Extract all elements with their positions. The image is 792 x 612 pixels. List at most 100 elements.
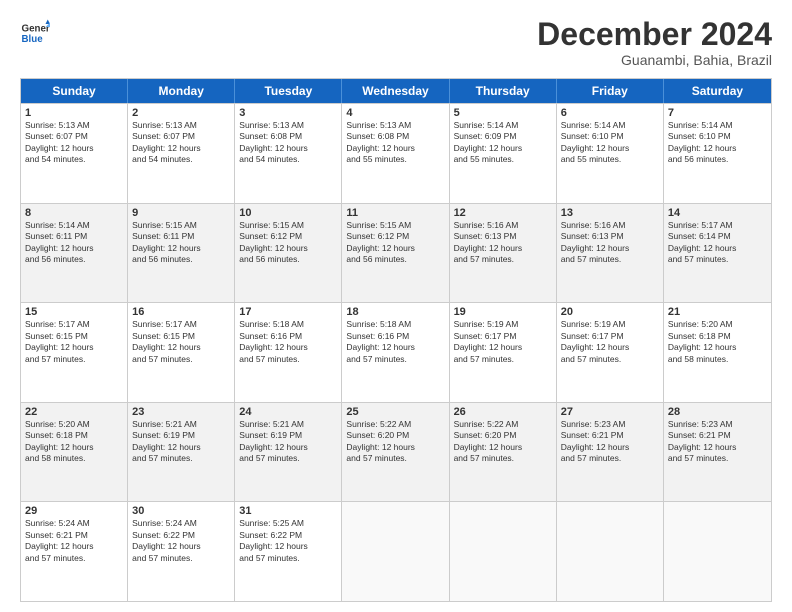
calendar-header: SundayMondayTuesdayWednesdayThursdayFrid…: [21, 79, 771, 103]
day-cell-4: 4Sunrise: 5:13 AM Sunset: 6:08 PM Daylig…: [342, 104, 449, 203]
day-cell-5: 5Sunrise: 5:14 AM Sunset: 6:09 PM Daylig…: [450, 104, 557, 203]
day-info: Sunrise: 5:14 AM Sunset: 6:09 PM Dayligh…: [454, 120, 552, 166]
day-info: Sunrise: 5:18 AM Sunset: 6:16 PM Dayligh…: [346, 319, 444, 365]
day-number: 7: [668, 107, 767, 119]
day-info: Sunrise: 5:13 AM Sunset: 6:07 PM Dayligh…: [25, 120, 123, 166]
header: General Blue December 2024 Guanambi, Bah…: [20, 18, 772, 68]
day-info: Sunrise: 5:13 AM Sunset: 6:07 PM Dayligh…: [132, 120, 230, 166]
day-info: Sunrise: 5:20 AM Sunset: 6:18 PM Dayligh…: [668, 319, 767, 365]
day-number: 12: [454, 207, 552, 219]
day-number: 28: [668, 406, 767, 418]
calendar-week-5: 29Sunrise: 5:24 AM Sunset: 6:21 PM Dayli…: [21, 501, 771, 601]
day-cell-12: 12Sunrise: 5:16 AM Sunset: 6:13 PM Dayli…: [450, 204, 557, 303]
header-day-monday: Monday: [128, 79, 235, 103]
day-number: 26: [454, 406, 552, 418]
day-number: 8: [25, 207, 123, 219]
day-number: 2: [132, 107, 230, 119]
day-info: Sunrise: 5:17 AM Sunset: 6:14 PM Dayligh…: [668, 220, 767, 266]
day-cell-30: 30Sunrise: 5:24 AM Sunset: 6:22 PM Dayli…: [128, 502, 235, 601]
day-cell-13: 13Sunrise: 5:16 AM Sunset: 6:13 PM Dayli…: [557, 204, 664, 303]
empty-cell: [557, 502, 664, 601]
day-info: Sunrise: 5:16 AM Sunset: 6:13 PM Dayligh…: [561, 220, 659, 266]
day-info: Sunrise: 5:19 AM Sunset: 6:17 PM Dayligh…: [454, 319, 552, 365]
day-cell-23: 23Sunrise: 5:21 AM Sunset: 6:19 PM Dayli…: [128, 403, 235, 502]
header-day-friday: Friday: [557, 79, 664, 103]
logo-icon: General Blue: [20, 18, 50, 48]
calendar: SundayMondayTuesdayWednesdayThursdayFrid…: [20, 78, 772, 602]
svg-text:General: General: [22, 24, 51, 35]
day-info: Sunrise: 5:24 AM Sunset: 6:22 PM Dayligh…: [132, 518, 230, 564]
day-number: 14: [668, 207, 767, 219]
day-info: Sunrise: 5:13 AM Sunset: 6:08 PM Dayligh…: [239, 120, 337, 166]
day-cell-14: 14Sunrise: 5:17 AM Sunset: 6:14 PM Dayli…: [664, 204, 771, 303]
day-number: 1: [25, 107, 123, 119]
day-info: Sunrise: 5:20 AM Sunset: 6:18 PM Dayligh…: [25, 419, 123, 465]
day-info: Sunrise: 5:23 AM Sunset: 6:21 PM Dayligh…: [668, 419, 767, 465]
calendar-week-4: 22Sunrise: 5:20 AM Sunset: 6:18 PM Dayli…: [21, 402, 771, 502]
day-info: Sunrise: 5:14 AM Sunset: 6:10 PM Dayligh…: [561, 120, 659, 166]
day-number: 24: [239, 406, 337, 418]
day-info: Sunrise: 5:25 AM Sunset: 6:22 PM Dayligh…: [239, 518, 337, 564]
day-info: Sunrise: 5:16 AM Sunset: 6:13 PM Dayligh…: [454, 220, 552, 266]
day-cell-20: 20Sunrise: 5:19 AM Sunset: 6:17 PM Dayli…: [557, 303, 664, 402]
day-cell-10: 10Sunrise: 5:15 AM Sunset: 6:12 PM Dayli…: [235, 204, 342, 303]
day-cell-22: 22Sunrise: 5:20 AM Sunset: 6:18 PM Dayli…: [21, 403, 128, 502]
page: General Blue December 2024 Guanambi, Bah…: [0, 0, 792, 612]
day-number: 3: [239, 107, 337, 119]
day-number: 31: [239, 505, 337, 517]
day-number: 9: [132, 207, 230, 219]
day-number: 11: [346, 207, 444, 219]
empty-cell: [342, 502, 449, 601]
title-block: December 2024 Guanambi, Bahia, Brazil: [537, 18, 772, 68]
day-cell-21: 21Sunrise: 5:20 AM Sunset: 6:18 PM Dayli…: [664, 303, 771, 402]
day-cell-7: 7Sunrise: 5:14 AM Sunset: 6:10 PM Daylig…: [664, 104, 771, 203]
day-number: 19: [454, 306, 552, 318]
header-day-saturday: Saturday: [664, 79, 771, 103]
day-number: 29: [25, 505, 123, 517]
day-number: 22: [25, 406, 123, 418]
day-cell-28: 28Sunrise: 5:23 AM Sunset: 6:21 PM Dayli…: [664, 403, 771, 502]
day-cell-6: 6Sunrise: 5:14 AM Sunset: 6:10 PM Daylig…: [557, 104, 664, 203]
empty-cell: [664, 502, 771, 601]
empty-cell: [450, 502, 557, 601]
day-number: 23: [132, 406, 230, 418]
day-cell-26: 26Sunrise: 5:22 AM Sunset: 6:20 PM Dayli…: [450, 403, 557, 502]
day-info: Sunrise: 5:19 AM Sunset: 6:17 PM Dayligh…: [561, 319, 659, 365]
day-cell-18: 18Sunrise: 5:18 AM Sunset: 6:16 PM Dayli…: [342, 303, 449, 402]
day-info: Sunrise: 5:18 AM Sunset: 6:16 PM Dayligh…: [239, 319, 337, 365]
day-info: Sunrise: 5:14 AM Sunset: 6:11 PM Dayligh…: [25, 220, 123, 266]
day-cell-24: 24Sunrise: 5:21 AM Sunset: 6:19 PM Dayli…: [235, 403, 342, 502]
day-info: Sunrise: 5:17 AM Sunset: 6:15 PM Dayligh…: [132, 319, 230, 365]
day-info: Sunrise: 5:15 AM Sunset: 6:12 PM Dayligh…: [239, 220, 337, 266]
day-info: Sunrise: 5:13 AM Sunset: 6:08 PM Dayligh…: [346, 120, 444, 166]
day-cell-3: 3Sunrise: 5:13 AM Sunset: 6:08 PM Daylig…: [235, 104, 342, 203]
day-number: 25: [346, 406, 444, 418]
calendar-body: 1Sunrise: 5:13 AM Sunset: 6:07 PM Daylig…: [21, 103, 771, 601]
logo: General Blue: [20, 18, 50, 48]
day-number: 4: [346, 107, 444, 119]
day-info: Sunrise: 5:14 AM Sunset: 6:10 PM Dayligh…: [668, 120, 767, 166]
day-info: Sunrise: 5:23 AM Sunset: 6:21 PM Dayligh…: [561, 419, 659, 465]
calendar-week-2: 8Sunrise: 5:14 AM Sunset: 6:11 PM Daylig…: [21, 203, 771, 303]
day-cell-19: 19Sunrise: 5:19 AM Sunset: 6:17 PM Dayli…: [450, 303, 557, 402]
calendar-week-1: 1Sunrise: 5:13 AM Sunset: 6:07 PM Daylig…: [21, 103, 771, 203]
svg-text:Blue: Blue: [22, 34, 44, 45]
day-number: 10: [239, 207, 337, 219]
day-cell-1: 1Sunrise: 5:13 AM Sunset: 6:07 PM Daylig…: [21, 104, 128, 203]
day-number: 30: [132, 505, 230, 517]
day-cell-17: 17Sunrise: 5:18 AM Sunset: 6:16 PM Dayli…: [235, 303, 342, 402]
day-cell-27: 27Sunrise: 5:23 AM Sunset: 6:21 PM Dayli…: [557, 403, 664, 502]
day-cell-31: 31Sunrise: 5:25 AM Sunset: 6:22 PM Dayli…: [235, 502, 342, 601]
header-day-tuesday: Tuesday: [235, 79, 342, 103]
day-cell-16: 16Sunrise: 5:17 AM Sunset: 6:15 PM Dayli…: [128, 303, 235, 402]
day-number: 27: [561, 406, 659, 418]
day-info: Sunrise: 5:24 AM Sunset: 6:21 PM Dayligh…: [25, 518, 123, 564]
day-number: 21: [668, 306, 767, 318]
day-cell-25: 25Sunrise: 5:22 AM Sunset: 6:20 PM Dayli…: [342, 403, 449, 502]
day-number: 15: [25, 306, 123, 318]
day-number: 16: [132, 306, 230, 318]
header-day-thursday: Thursday: [450, 79, 557, 103]
day-cell-29: 29Sunrise: 5:24 AM Sunset: 6:21 PM Dayli…: [21, 502, 128, 601]
day-number: 6: [561, 107, 659, 119]
day-number: 20: [561, 306, 659, 318]
